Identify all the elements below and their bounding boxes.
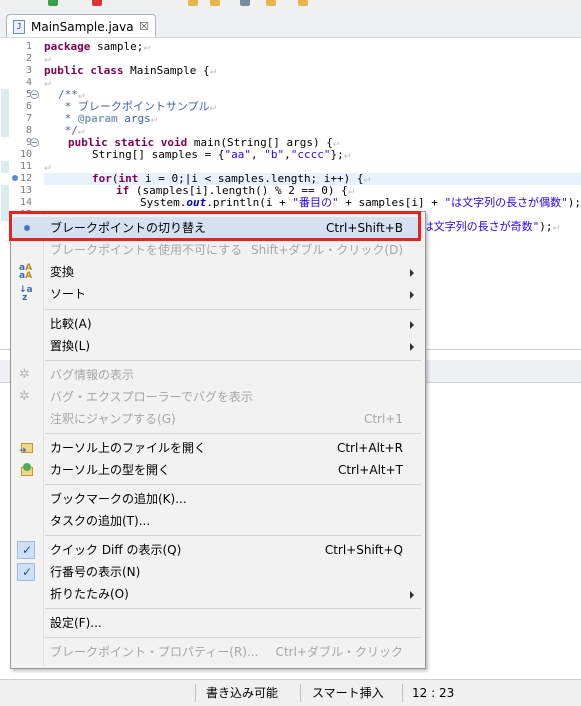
menu-item-show-bug-info[interactable]: ✲ バグ情報の表示 [13, 364, 423, 386]
quick-diff-band [1, 89, 9, 137]
menu-separator [45, 608, 421, 609]
status-separator [402, 684, 403, 702]
breakpoint-marker-icon[interactable] [12, 175, 18, 181]
menu-item-preferences[interactable]: 設定(F)... [13, 612, 423, 634]
status-separator [195, 684, 196, 702]
menu-separator [45, 484, 421, 485]
checked-icon: ✓ [17, 541, 35, 559]
menu-item-convert[interactable]: aA aA 変換 [13, 261, 423, 283]
run-icon[interactable] [48, 0, 58, 6]
java-file-icon: J [13, 19, 25, 34]
code-line: System.out.println(i + "番目の" + samples[i… [140, 196, 581, 209]
code-line: package sample;↵ [44, 40, 150, 53]
menu-separator [45, 535, 421, 536]
menu-item-replace[interactable]: 置換(L) [13, 335, 423, 357]
sort-icon: ↓a z [19, 285, 33, 303]
line-number: 1 [25, 41, 32, 52]
submenu-arrow-icon [410, 291, 414, 299]
line-number: 8 [25, 125, 32, 136]
open-file-icon: ➔ [19, 440, 35, 456]
search-icon[interactable] [240, 0, 250, 6]
line-number: 2 [25, 53, 32, 64]
nav-icon[interactable] [266, 0, 276, 6]
quick-diff-band [1, 209, 9, 221]
status-insert-mode: スマート挿入 [312, 686, 384, 700]
editor-tab[interactable]: J MainSample.java ☒ [6, 14, 156, 38]
toolbar [0, 0, 581, 8]
open-type-icon [19, 462, 35, 478]
editor-tab-label: MainSample.java [31, 19, 134, 34]
submenu-arrow-icon [410, 591, 414, 599]
nav-back-icon[interactable] [298, 0, 308, 6]
menu-item-add-task[interactable]: タスクの追加(T)... [13, 510, 423, 532]
checked-icon: ✓ [17, 563, 35, 581]
menu-item-sort[interactable]: ↓a z ソート [13, 283, 423, 305]
fold-toggle-icon[interactable]: − [30, 90, 39, 99]
menu-item-show-quick-diff[interactable]: ✓ クイック Diff の表示(Q) Ctrl+Shift+Q [13, 539, 423, 561]
quick-diff-band [1, 185, 9, 197]
line-number: 6 [25, 101, 32, 112]
menu-item-breakpoint-properties[interactable]: ブレークポイント・プロパティー(R)... Ctrl+ダブル・クリック [13, 641, 423, 663]
quick-diff-band [1, 197, 9, 209]
context-menu: ブレークポイントの切り替え Ctrl+Shift+B ブレークポイントを使用不可… [10, 211, 426, 669]
bug-explorer-icon: ✲ [19, 389, 30, 404]
status-bar: 書き込み可能 スマート挿入 12 : 23 [0, 679, 581, 706]
left-ruler[interactable] [0, 38, 18, 350]
code-line: "は文字列の長さが奇数");↵ [416, 220, 560, 233]
folder-icon[interactable] [188, 0, 198, 6]
editor-tab-bar: J MainSample.java ☒ [0, 8, 581, 38]
menu-item-open-file-at-cursor[interactable]: ➔ カーソル上のファイルを開く Ctrl+Alt+R [13, 437, 423, 459]
submenu-arrow-icon [410, 321, 414, 329]
code-line: ↵ [44, 76, 51, 89]
menu-separator [45, 637, 421, 638]
line-number: 11 [19, 161, 32, 172]
code-line: public class MainSample {↵ [44, 64, 217, 77]
menu-item-open-type-at-cursor[interactable]: カーソル上の型を開く Ctrl+Alt+T [13, 459, 423, 481]
fold-toggle-icon[interactable]: − [30, 138, 39, 147]
menu-separator [45, 360, 421, 361]
line-number: 7 [25, 113, 32, 124]
menu-item-show-in-bug-explorer[interactable]: ✲ バグ・エクスプローラーでバグを表示 [13, 386, 423, 408]
line-number: 4 [25, 77, 32, 88]
status-writable: 書き込み可能 [206, 686, 279, 700]
menu-item-add-bookmark[interactable]: ブックマークの追加(K)... [13, 488, 423, 510]
menu-separator [45, 309, 421, 310]
highlight-annotation-box [9, 211, 421, 241]
submenu-arrow-icon [410, 269, 414, 277]
code-line: String[] samples = {"aa", "b","cccc"};↵ [92, 148, 351, 161]
stop-icon[interactable] [92, 0, 102, 6]
line-number: 13 [19, 185, 32, 196]
menu-item-show-line-numbers[interactable]: ✓ 行番号の表示(N) [13, 561, 423, 583]
close-icon[interactable]: ☒ [139, 20, 149, 33]
quick-diff-band [1, 161, 9, 173]
line-number: 10 [19, 149, 32, 160]
line-number: 14 [19, 197, 32, 208]
status-cursor-position: 12 : 23 [412, 686, 455, 700]
status-separator [300, 684, 301, 702]
menu-item-folding[interactable]: 折りたたみ(O) [13, 583, 423, 605]
folder-open-icon[interactable] [210, 0, 220, 6]
line-number: 12 [19, 173, 32, 184]
submenu-arrow-icon [410, 343, 414, 351]
menu-separator [45, 433, 421, 434]
menu-item-compare[interactable]: 比較(A) [13, 313, 423, 335]
line-number: 3 [25, 65, 32, 76]
convert-icon: aA aA [19, 263, 33, 281]
menu-item-jump-to-annotation[interactable]: 注釈にジャンプする(G) Ctrl+1 [13, 408, 423, 430]
bug-icon: ✲ [19, 367, 30, 382]
menu-item-disable-breakpoint[interactable]: ブレークポイントを使用不可にする Shift+ダブル・クリック(D) [13, 239, 423, 261]
